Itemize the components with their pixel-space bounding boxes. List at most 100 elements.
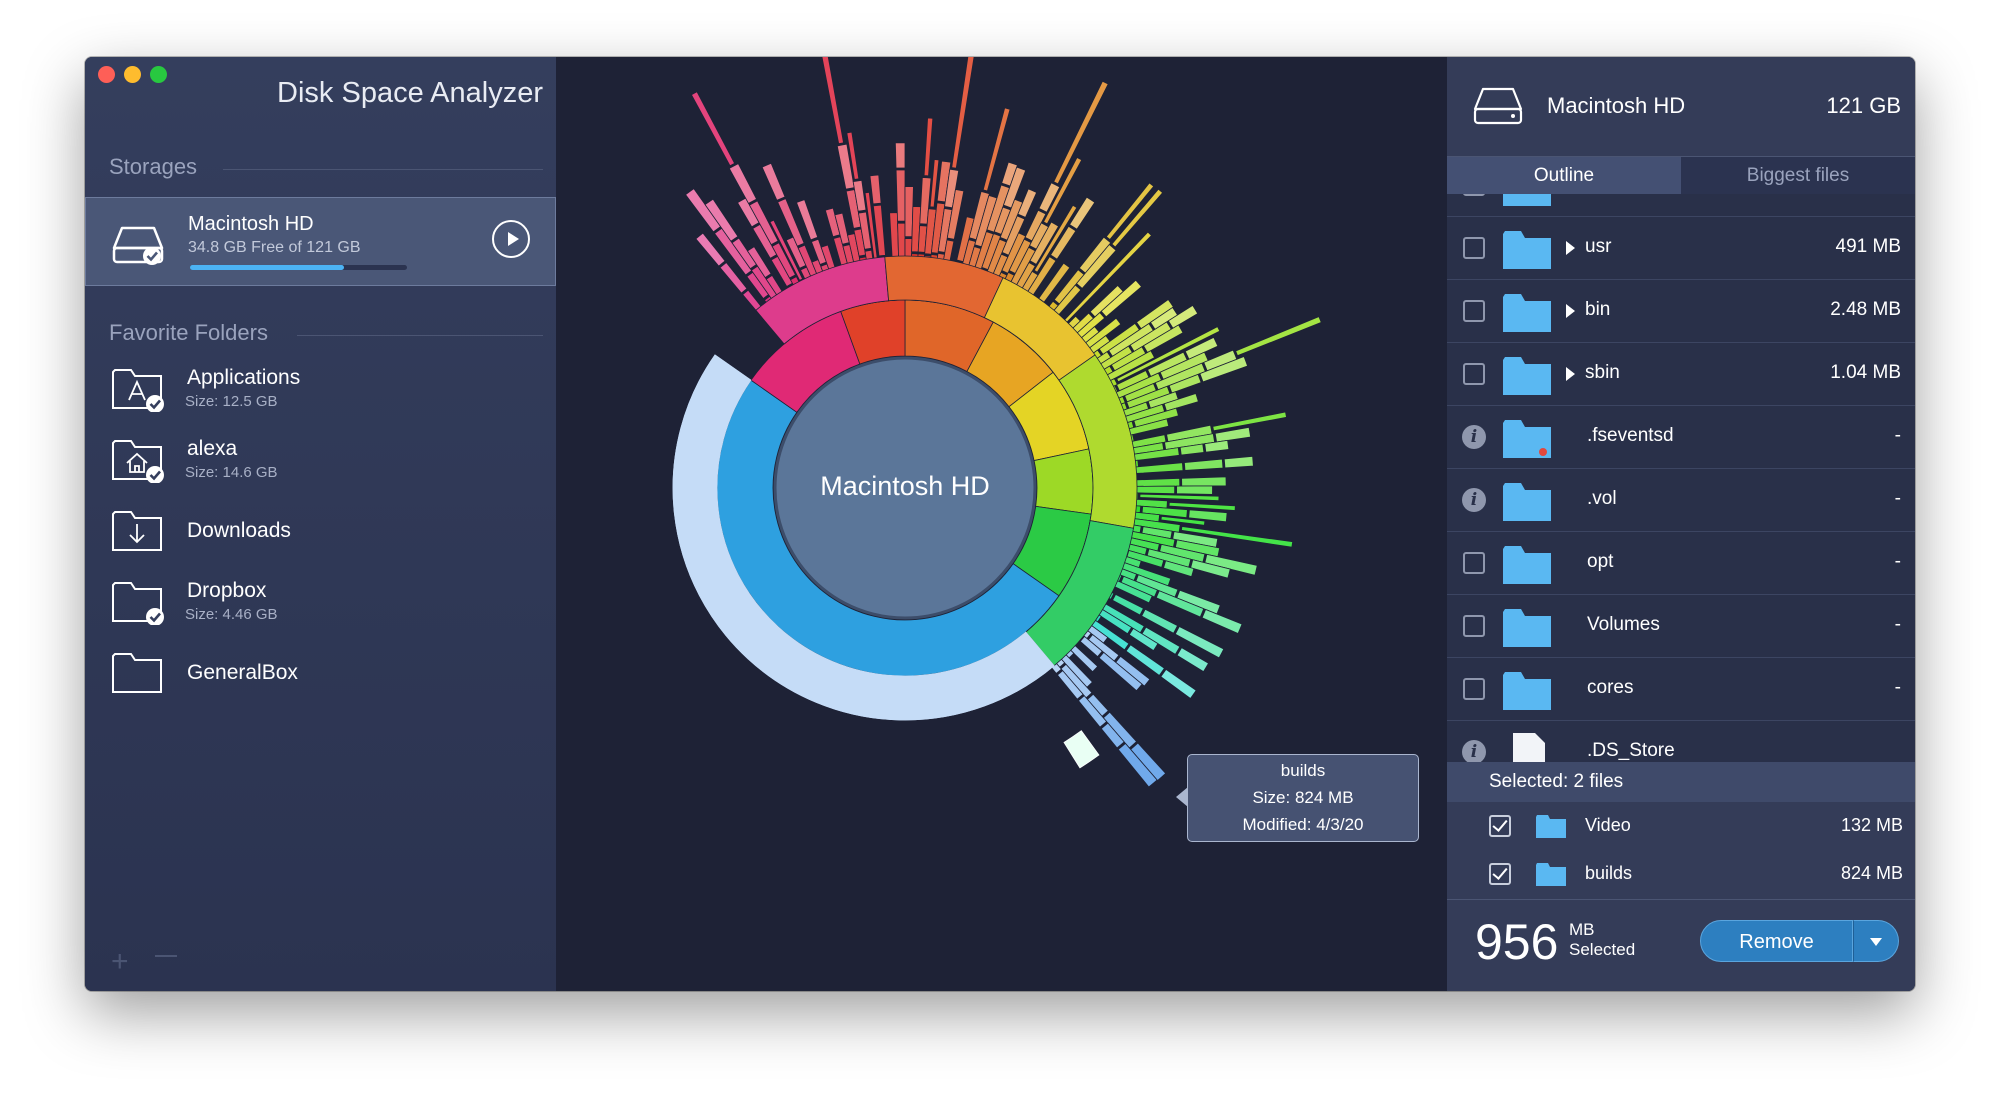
sunburst-segment[interactable] [1139,493,1220,502]
selected-item-name: builds [1585,863,1633,883]
outline-row[interactable]: Volumes - [1447,594,1915,658]
remove-button[interactable]: Remove [1700,920,1853,962]
row-name: private [1585,194,1642,195]
sunburst-segment[interactable] [690,91,736,167]
sunburst-segment[interactable] [895,169,906,222]
sunburst-segment[interactable] [818,57,844,145]
info-icon[interactable]: i [1462,740,1486,762]
chart-center-label[interactable]: Macintosh HD [805,471,1005,502]
row-size: 491 MB [1835,236,1901,257]
sunburst-hover-segment[interactable] [1063,730,1100,769]
row-checkbox[interactable] [1463,194,1485,196]
tooltip-size: Size: 824 MB [1188,788,1418,808]
favorite-alexa[interactable]: alexa Size: 14.6 GB [85,431,554,493]
disclosure-triangle-icon[interactable] [1566,367,1575,381]
selected-total-value: 956 [1475,914,1559,970]
zoom-window-button[interactable] [150,66,167,83]
info-icon[interactable]: i [1462,425,1486,449]
sunburst-segment[interactable] [1132,477,1181,487]
selected-total-unit: MB [1569,920,1595,939]
sunburst-segment[interactable] [1160,668,1197,699]
outline-row[interactable]: usr 491 MB [1447,216,1915,280]
sunburst-segment[interactable] [728,163,758,204]
sunburst-segment[interactable] [1176,485,1213,495]
outline-list[interactable]: private 3.54 GB usr 491 MB bin 2.48 MB sbin 1.0… [1447,194,1915,762]
remove-options-dropdown[interactable] [1853,920,1899,962]
row-checkbox[interactable] [1463,615,1485,637]
favorite-applications[interactable]: Applications Size: 12.5 GB [85,360,554,422]
sunburst-segment[interactable] [869,174,882,205]
sunburst-segment[interactable] [761,162,786,201]
outline-row[interactable]: i .fseventsd - [1447,405,1915,469]
row-checkbox[interactable] [1463,237,1485,259]
sunburst-segment[interactable] [1133,485,1176,495]
folder-icon [1536,815,1566,838]
sunburst-segment[interactable] [1033,448,1094,515]
sunburst-segment[interactable] [1201,608,1243,635]
selected-item-size: 824 MB [1840,863,1903,883]
outline-row[interactable]: i .vol - [1447,468,1915,532]
tooltip-modified: Modified: 4/3/20 [1188,815,1418,835]
outline-row[interactable]: i .DS_Store [1447,720,1915,762]
tab-outline[interactable]: Outline [1447,157,1681,194]
storages-heading: Storages [109,154,198,179]
minimize-window-button[interactable] [124,66,141,83]
disclosure-triangle-icon[interactable] [1566,241,1575,255]
scan-play-button[interactable] [492,220,530,258]
sunburst-segment[interactable] [1135,462,1184,474]
sunburst-segment[interactable] [1176,647,1210,673]
info-icon[interactable]: i [1462,488,1486,512]
disclosure-triangle-icon[interactable] [1566,304,1575,318]
row-name: sbin [1585,362,1620,383]
row-size: - [1894,551,1901,572]
selected-item-name: Video [1585,815,1631,835]
selected-checkbox[interactable] [1489,815,1511,837]
sunburst-segment[interactable] [1181,476,1227,487]
selected-item-video[interactable]: Video 132 MB [1447,802,1915,850]
outline-row[interactable]: opt - [1447,531,1915,595]
selected-item-builds[interactable]: builds 824 MB [1447,850,1915,898]
storage-item-macintosh-hd[interactable]: Macintosh HD 34.8 GB Free of 121 GB [85,197,556,286]
remove-favorite-button[interactable] [155,955,177,957]
row-checkbox[interactable] [1463,552,1485,574]
favorite-downloads[interactable]: Downloads [85,502,554,564]
downloads-folder-icon [112,511,162,551]
row-size: - [1894,614,1901,635]
row-name: bin [1585,299,1611,320]
favorite-generalbox[interactable]: GeneralBox [85,644,554,706]
sunburst-segment[interactable] [1212,411,1287,432]
tooltip-modified-key: Modified: [1242,815,1312,834]
sunburst-segment[interactable] [894,142,906,169]
selected-checkbox[interactable] [1489,863,1511,885]
row-name: Volumes [1587,614,1660,635]
sunburst-segment[interactable] [1053,80,1109,185]
sunburst-segment[interactable] [1183,458,1224,471]
selected-header: Selected: 2 files [1447,762,1915,802]
folder-icon [1503,294,1551,332]
sunburst-chart[interactable] [556,57,1447,991]
tab-biggest-files[interactable]: Biggest files [1681,157,1915,194]
storages-divider [223,169,543,170]
outline-row[interactable]: sbin 1.04 MB [1447,342,1915,406]
favorite-size: Size: 14.6 GB [185,464,278,481]
sunburst-segment[interactable] [1235,316,1322,357]
row-size: 2.48 MB [1830,299,1901,320]
row-size: 1.04 MB [1830,362,1901,383]
favorite-name: alexa [187,437,238,460]
outline-row[interactable]: private 3.54 GB [1447,194,1915,217]
row-size: - [1894,677,1901,698]
tooltip-size-key: Size: [1252,788,1291,807]
add-favorite-button[interactable]: + [111,947,129,977]
row-checkbox[interactable] [1463,678,1485,700]
sunburst-segment[interactable] [923,117,934,177]
close-window-button[interactable] [98,66,115,83]
outline-row[interactable]: cores - [1447,657,1915,721]
outline-row[interactable]: bin 2.48 MB [1447,279,1915,343]
row-checkbox[interactable] [1463,363,1485,385]
favorite-dropbox[interactable]: Dropbox Size: 4.46 GB [85,573,554,635]
row-name: .vol [1587,488,1617,509]
row-checkbox[interactable] [1463,300,1485,322]
row-size: 3.54 GB [1831,194,1901,195]
sunburst-segment[interactable] [951,57,976,169]
sunburst-segment[interactable] [1223,455,1254,469]
